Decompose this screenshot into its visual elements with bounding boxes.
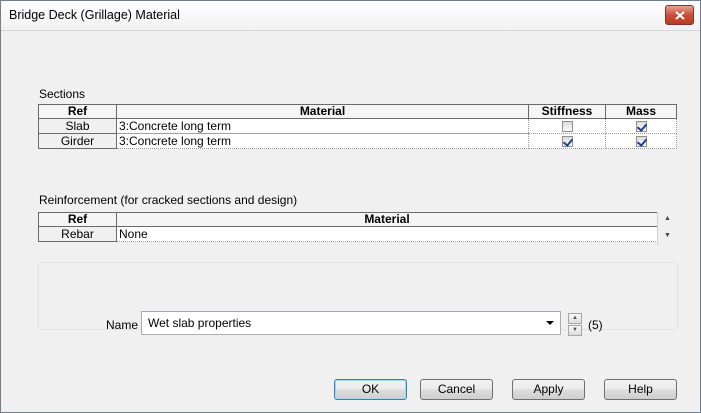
name-combobox[interactable]: Wet slab properties — [141, 311, 561, 335]
reinforcement-scrollbar[interactable]: ▲ ▼ — [657, 212, 677, 245]
sections-label: Sections — [39, 87, 86, 101]
mass-checkbox[interactable] — [635, 121, 647, 133]
table-row[interactable]: Girder 3:Concrete long term — [38, 133, 677, 149]
cancel-button[interactable]: Cancel — [420, 379, 493, 400]
chevron-down-icon[interactable] — [546, 321, 554, 325]
column-header-mass: Mass — [605, 104, 677, 119]
name-spinner[interactable]: ▲ ▼ — [568, 313, 582, 336]
row-ref-cell: Girder — [38, 133, 117, 149]
sections-header-row: Ref Material Stiffness Mass — [38, 104, 677, 119]
title-bar: Bridge Deck (Grillage) Material — [1, 1, 700, 31]
column-header-material: Material — [116, 104, 529, 119]
reinforcement-table: Ref Material Rebar None — [38, 212, 658, 242]
spin-up-icon[interactable]: ▲ — [568, 313, 582, 324]
scroll-down-icon[interactable]: ▼ — [658, 232, 677, 239]
material-cell[interactable]: None — [116, 226, 658, 242]
row-ref-cell: Slab — [38, 118, 117, 134]
mass-checkbox[interactable] — [635, 136, 647, 148]
stiffness-checkbox[interactable] — [561, 121, 573, 133]
table-row[interactable]: Rebar None — [38, 226, 658, 242]
column-header-material: Material — [116, 212, 658, 227]
reinforcement-header-row: Ref Material — [38, 212, 658, 227]
spin-down-icon[interactable]: ▼ — [568, 325, 582, 336]
help-button[interactable]: Help — [604, 379, 677, 400]
column-header-ref: Ref — [38, 212, 117, 227]
apply-button[interactable]: Apply — [512, 379, 585, 400]
name-value: Wet slab properties — [148, 316, 252, 330]
name-label: Name — [106, 318, 139, 332]
close-icon — [674, 10, 685, 20]
close-button[interactable] — [665, 5, 694, 25]
stiffness-checkbox[interactable] — [561, 136, 573, 148]
ok-button[interactable]: OK — [334, 379, 407, 400]
column-header-stiffness: Stiffness — [528, 104, 606, 119]
name-count: (5) — [588, 318, 603, 332]
window-title: Bridge Deck (Grillage) Material — [9, 8, 180, 22]
reinforcement-label: Reinforcement (for cracked sections and … — [39, 193, 298, 207]
table-row[interactable]: Slab 3:Concrete long term — [38, 118, 677, 134]
row-ref-cell: Rebar — [38, 226, 117, 242]
material-cell[interactable]: 3:Concrete long term — [116, 133, 529, 149]
scroll-up-icon[interactable]: ▲ — [658, 215, 677, 222]
column-header-ref: Ref — [38, 104, 117, 119]
sections-table: Ref Material Stiffness Mass Slab 3:Concr… — [38, 104, 677, 149]
material-cell[interactable]: 3:Concrete long term — [116, 118, 529, 134]
